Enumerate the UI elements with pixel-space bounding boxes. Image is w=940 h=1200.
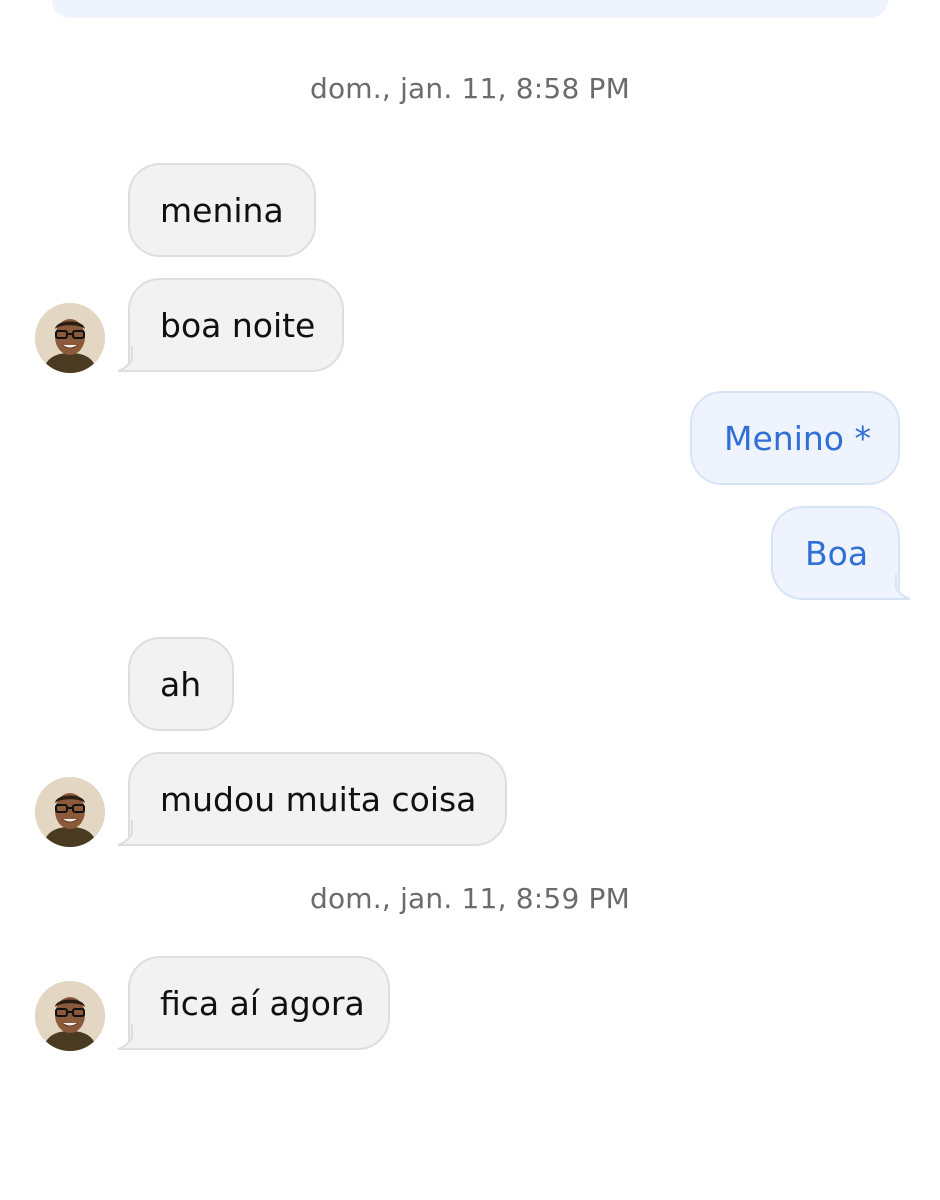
- timestamp-2: dom., jan. 11, 8:59 PM: [309, 882, 630, 915]
- avatar-icon: [35, 303, 105, 373]
- chat-thread: dom., jan. 11, 8:58 PM menina boa noite …: [0, 0, 940, 1200]
- message-text: fica aí agora: [160, 984, 365, 1023]
- contact-avatar[interactable]: [35, 981, 105, 1051]
- top-panel-edge: [52, 0, 888, 18]
- message-text: ah: [160, 665, 202, 704]
- incoming-message-bubble[interactable]: ah: [128, 637, 234, 731]
- message-text: mudou muita coisa: [160, 780, 477, 819]
- timestamp-1: dom., jan. 11, 8:58 PM: [309, 72, 630, 105]
- bubble-tail-icon: [117, 820, 150, 846]
- bubble-tail-icon: [117, 346, 150, 372]
- bubble-tail-icon: [117, 1024, 150, 1050]
- message-text: boa noite: [160, 306, 316, 345]
- outgoing-message-bubble[interactable]: Boa: [771, 506, 911, 600]
- incoming-message-bubble[interactable]: menina: [128, 163, 316, 257]
- contact-avatar[interactable]: [35, 303, 105, 373]
- message-text: menina: [160, 191, 284, 230]
- outgoing-message-bubble[interactable]: Menino *: [690, 391, 900, 485]
- contact-avatar[interactable]: [35, 777, 105, 847]
- bubble-tail-icon: [878, 574, 911, 600]
- message-text: Boa: [805, 534, 869, 573]
- message-text: Menino *: [724, 419, 871, 458]
- incoming-message-bubble[interactable]: mudou muita coisa: [117, 752, 507, 846]
- avatar-icon: [35, 777, 105, 847]
- avatar-icon: [35, 981, 105, 1051]
- incoming-message-bubble[interactable]: fica aí agora: [117, 956, 390, 1050]
- incoming-message-bubble[interactable]: boa noite: [117, 278, 344, 372]
